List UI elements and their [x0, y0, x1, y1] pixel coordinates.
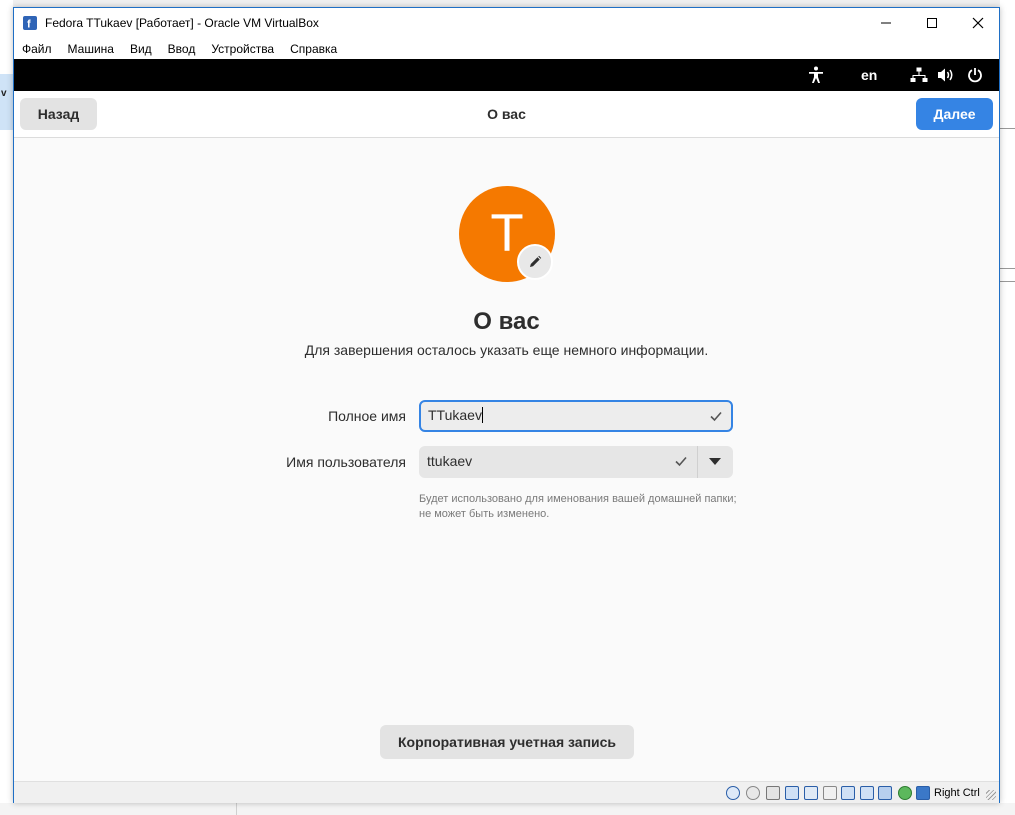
chevron-down-icon[interactable] [709, 458, 721, 465]
network-adapter-icon[interactable] [785, 786, 799, 800]
close-button[interactable] [955, 8, 1001, 38]
menu-machine[interactable]: Машина [60, 42, 122, 56]
maximize-button[interactable] [909, 8, 955, 38]
desktop-selected-item [0, 74, 14, 130]
language-indicator[interactable]: en [861, 67, 877, 83]
optical-drive-icon[interactable] [746, 786, 760, 800]
desktop-divider [1000, 281, 1015, 282]
power-icon[interactable] [966, 66, 984, 84]
shared-folders-icon[interactable] [823, 786, 837, 800]
hard-disk-icon[interactable] [726, 786, 740, 800]
close-icon [972, 17, 984, 29]
username-label: Имя пользователя [286, 454, 406, 470]
combo-divider [697, 446, 698, 478]
menu-devices[interactable]: Устройства [203, 42, 282, 56]
maximize-icon [927, 18, 937, 28]
guest-additions-icon[interactable] [898, 786, 912, 800]
full-name-label: Полное имя [328, 408, 406, 424]
minimize-button[interactable] [863, 8, 909, 38]
host-key-label: Right Ctrl [934, 787, 980, 799]
full-name-value: TTukaev [428, 407, 482, 423]
menu-view[interactable]: Вид [122, 42, 160, 56]
title-bar[interactable]: f Fedora TTukaev [Работает] - Oracle VM … [14, 8, 999, 38]
text-cursor [481, 407, 483, 423]
next-button[interactable]: Далее [916, 98, 993, 130]
username-combobox[interactable]: ttukaev [419, 446, 733, 478]
network-icon[interactable] [910, 66, 928, 84]
desktop-background-right [1000, 0, 1015, 815]
menu-file[interactable]: Файл [14, 42, 60, 56]
svg-text:f: f [27, 19, 31, 31]
vm-screen[interactable]: en Назад О вас Далее T О вас Для заверше… [14, 59, 999, 781]
volume-icon[interactable] [937, 66, 955, 84]
full-name-input[interactable]: TTukaev [419, 400, 733, 432]
virtualbox-window: f Fedora TTukaev [Работает] - Oracle VM … [13, 7, 1000, 803]
minimize-icon [881, 22, 891, 24]
page-subtitle: Для завершения осталось указать еще немн… [304, 342, 709, 358]
audio-icon[interactable] [766, 786, 780, 800]
accessibility-icon[interactable] [807, 66, 825, 84]
username-hint: Будет использовано для именования вашей … [419, 493, 737, 520]
menu-bar: Файл Машина Вид Ввод Устройства Справка [14, 38, 999, 59]
recording-icon[interactable] [860, 786, 874, 800]
usb-icon[interactable] [804, 786, 818, 800]
pencil-icon [530, 255, 542, 267]
header-bar: Назад О вас Далее [14, 91, 999, 138]
desktop-divider [236, 803, 237, 815]
desktop-background-bottom [0, 803, 1015, 815]
checkmark-icon [675, 456, 687, 467]
page-heading: О вас [473, 308, 540, 335]
avatar-edit-button[interactable] [517, 244, 553, 280]
menu-input[interactable]: Ввод [160, 42, 204, 56]
username-value: ttukaev [427, 453, 473, 469]
virtualbox-app-icon: f [22, 15, 38, 31]
resize-grip[interactable] [986, 790, 996, 800]
cpu-icon[interactable] [878, 786, 892, 800]
menu-help[interactable]: Справка [282, 42, 345, 56]
desktop-divider [1000, 128, 1015, 129]
enterprise-login-button[interactable]: Корпоративная учетная запись [380, 725, 634, 759]
vm-status-bar: Right Ctrl [14, 781, 999, 803]
desktop-fragment-text: v [1, 88, 7, 99]
display-icon[interactable] [841, 786, 855, 800]
keyboard-capture-icon[interactable] [916, 786, 930, 800]
window-title: Fedora TTukaev [Работает] - Oracle VM Vi… [45, 16, 319, 30]
checkmark-icon [710, 411, 722, 422]
header-title: О вас [487, 106, 526, 122]
desktop-divider [1000, 268, 1015, 269]
gnome-top-bar: en [14, 59, 999, 91]
